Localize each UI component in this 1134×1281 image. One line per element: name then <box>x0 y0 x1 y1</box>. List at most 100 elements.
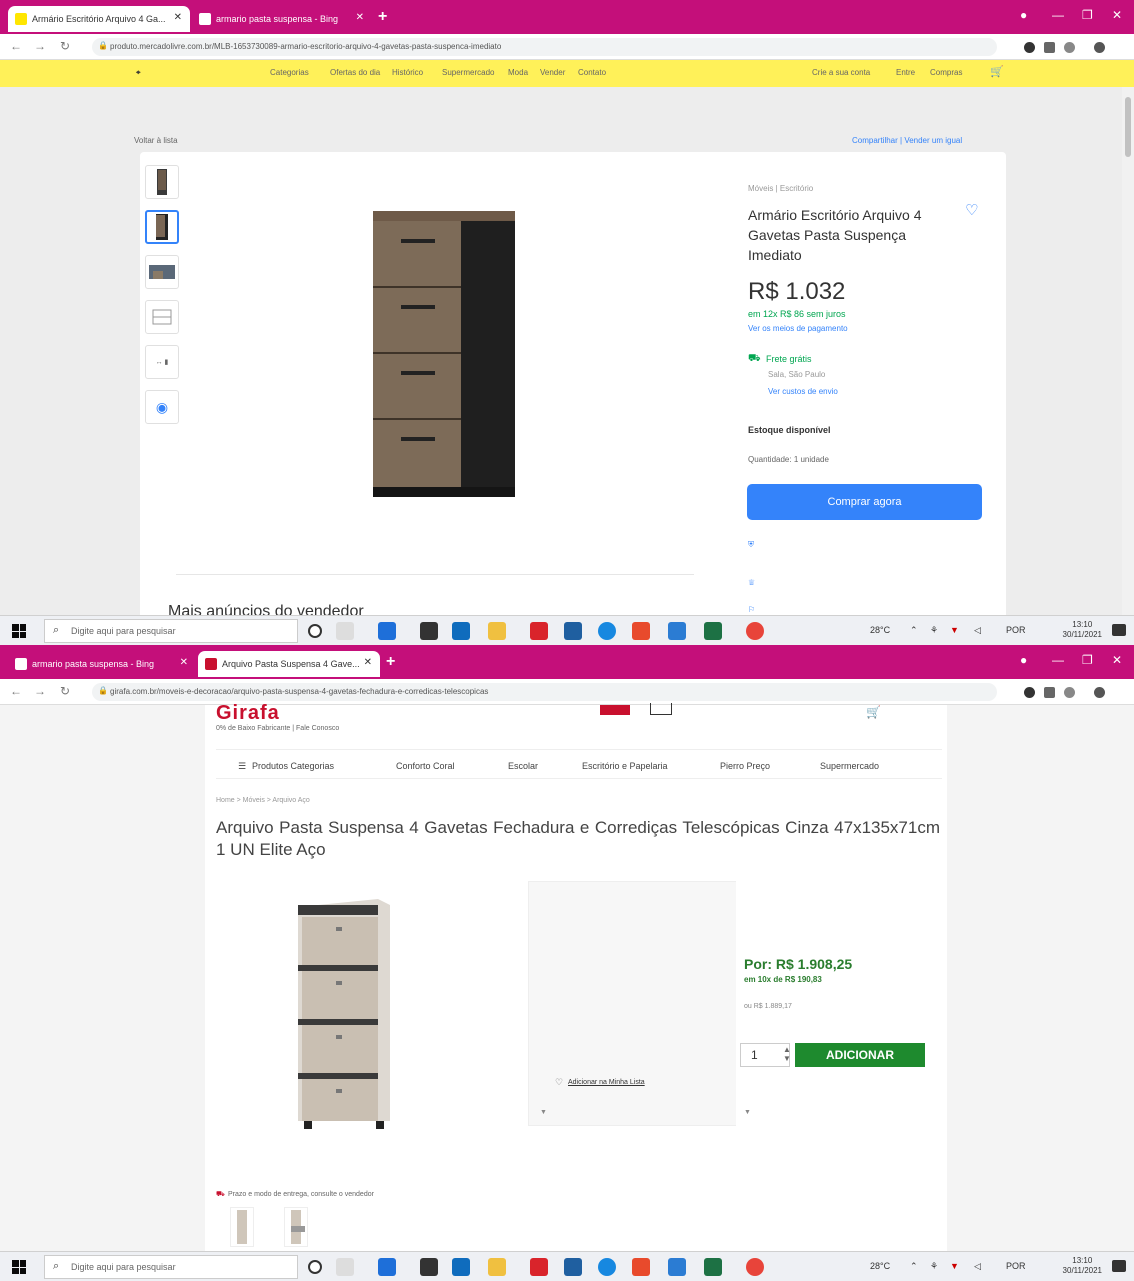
tray-chevron-icon[interactable]: ⌃ <box>910 1261 918 1272</box>
notifications-icon[interactable] <box>1112 624 1126 636</box>
payment-methods-link[interactable]: Ver os meios de pagamento <box>748 324 848 333</box>
scrollbar-thumb[interactable] <box>1125 97 1131 157</box>
reload-icon[interactable]: ↻ <box>60 684 70 698</box>
favorite-heart-icon[interactable]: ♡ <box>965 201 978 219</box>
nav-item[interactable]: Contato <box>578 68 606 77</box>
address-bar[interactable]: 🔒 girafa.com.br/moveis-e-decoracao/arqui… <box>92 683 997 701</box>
mail-icon[interactable] <box>452 1258 470 1276</box>
cart-icon[interactable]: 🛒 <box>990 65 1004 78</box>
browser-tab[interactable]: Armário Escritório Arquivo 4 Ga... ✕ <box>8 6 190 32</box>
tray-chevron-icon[interactable]: ⌃ <box>910 625 918 636</box>
onedrive-icon[interactable] <box>564 1258 582 1276</box>
language-indicator[interactable]: POR <box>1006 625 1026 635</box>
windows-start-icon[interactable] <box>12 1260 26 1274</box>
thumbnail[interactable] <box>230 1207 254 1247</box>
add-to-cart-button[interactable]: ADICIONAR <box>795 1043 925 1067</box>
thumbnail[interactable] <box>145 165 179 199</box>
nav-item[interactable]: Escritório e Papelaria <box>582 761 668 771</box>
wishlist-link[interactable]: Adicionar na Minha Lista <box>568 1079 645 1086</box>
forward-icon[interactable]: → <box>34 684 46 698</box>
chrome-icon[interactable] <box>746 622 764 640</box>
account-icon[interactable] <box>650 703 672 715</box>
explorer-icon[interactable] <box>488 1258 506 1276</box>
maximize-icon[interactable]: ❐ <box>1082 8 1093 22</box>
new-tab-icon[interactable]: + <box>386 653 395 671</box>
thumbnail[interactable] <box>145 300 179 334</box>
acrobat-icon[interactable] <box>530 622 548 640</box>
volume-icon[interactable]: ◁ <box>974 1261 981 1272</box>
explorer-icon[interactable] <box>488 622 506 640</box>
profile-icon[interactable]: ● <box>1020 8 1027 22</box>
breadcrumb[interactable]: Home > Móveis > Arquivo Aço <box>216 797 310 804</box>
header-sublinks[interactable]: 0% de Baixo Fabricante | Fale Conosco <box>216 725 339 732</box>
antivirus-icon[interactable]: ▼ <box>950 1261 959 1271</box>
excel-icon[interactable] <box>704 1258 722 1276</box>
quantity-stepper-icon[interactable]: ▲ ▼ <box>783 1045 791 1063</box>
quantity-selector[interactable]: Quantidade: 1 unidade <box>748 455 829 464</box>
nav-item[interactable]: Categorias <box>270 68 309 77</box>
nav-item[interactable]: Ofertas do dia <box>330 68 380 77</box>
cortana-icon[interactable] <box>308 1260 322 1274</box>
thumbnail[interactable] <box>284 1207 308 1247</box>
network-icon[interactable]: ⚘ <box>930 625 938 636</box>
nav-item[interactable]: Escolar <box>508 761 538 771</box>
buy-now-button[interactable]: Comprar agora <box>747 484 982 520</box>
profile-icon[interactable]: ● <box>1020 653 1027 667</box>
browser-tab[interactable]: armario pasta suspensa - Bing ✕ <box>192 6 372 32</box>
office-icon[interactable] <box>632 622 650 640</box>
nav-item[interactable]: Vender <box>540 68 565 77</box>
forward-icon[interactable]: → <box>34 39 46 53</box>
delivery-info-icon[interactable]: ▼ <box>540 1109 547 1116</box>
network-icon[interactable]: ⚘ <box>930 1261 938 1272</box>
taskbar-search[interactable]: ⌕ Digite aqui para pesquisar <box>44 1255 298 1279</box>
cart-icon[interactable]: 🛒 <box>866 705 881 719</box>
windows-start-icon[interactable] <box>12 624 26 638</box>
minimize-icon[interactable]: — <box>1052 8 1064 22</box>
extension-icon[interactable] <box>1044 687 1055 698</box>
share-link[interactable]: Compartilhar | Vender um igual <box>852 136 962 145</box>
nav-item[interactable]: Histórico <box>392 68 423 77</box>
back-to-list-link[interactable]: Voltar à lista <box>134 136 178 145</box>
word-icon[interactable] <box>668 1258 686 1276</box>
minimize-icon[interactable]: — <box>1052 653 1064 667</box>
close-tab-icon[interactable]: ✕ <box>356 12 364 23</box>
header-badge-icon[interactable] <box>600 705 630 715</box>
chrome-icon[interactable] <box>746 1258 764 1276</box>
account-icon[interactable] <box>1094 687 1105 698</box>
browser-tab[interactable]: armario pasta suspensa - Bing ✕ <box>8 651 196 677</box>
store-icon[interactable] <box>420 622 438 640</box>
antivirus-icon[interactable]: ▼ <box>950 625 959 635</box>
nav-item[interactable]: Supermercado <box>820 761 879 771</box>
weather-temp[interactable]: 28°C <box>870 625 890 635</box>
taskbar-clock[interactable]: 13:10 30/11/2021 <box>1063 1256 1102 1276</box>
nav-item[interactable]: Moda <box>508 68 528 77</box>
close-window-icon[interactable]: ✕ <box>1112 653 1122 667</box>
nav-item[interactable]: Produtos Categorias <box>252 761 334 771</box>
extension-icon[interactable] <box>1024 42 1035 53</box>
office-icon[interactable] <box>632 1258 650 1276</box>
calculator-icon[interactable] <box>378 622 396 640</box>
close-tab-icon[interactable]: ✕ <box>180 657 188 668</box>
back-icon[interactable]: ← <box>10 684 22 698</box>
back-icon[interactable]: ← <box>10 39 22 53</box>
taskbar-clock[interactable]: 13:10 30/11/2021 <box>1063 620 1102 640</box>
scrollbar[interactable] <box>1122 87 1134 615</box>
maximize-icon[interactable]: ❐ <box>1082 653 1093 667</box>
puzzle-icon[interactable] <box>1064 42 1075 53</box>
thumbnail[interactable]: ◉ <box>145 390 179 424</box>
nav-item[interactable]: Conforto Coral <box>396 761 455 771</box>
thumbnail[interactable]: ↔ ▮ <box>145 345 179 379</box>
signup-link[interactable]: Crie a sua conta <box>812 68 870 77</box>
edge-icon[interactable] <box>598 1258 616 1276</box>
purchases-link[interactable]: Compras <box>930 68 962 77</box>
task-view-icon[interactable] <box>336 622 354 640</box>
onedrive-icon[interactable] <box>564 622 582 640</box>
breadcrumb[interactable]: Móveis | Escritório <box>748 184 813 193</box>
taskbar-search[interactable]: ⌕ Digite aqui para pesquisar <box>44 619 298 643</box>
acrobat-icon[interactable] <box>530 1258 548 1276</box>
cortana-icon[interactable] <box>308 624 322 638</box>
puzzle-icon[interactable] <box>1064 687 1075 698</box>
close-tab-icon[interactable]: ✕ <box>174 12 182 23</box>
new-tab-icon[interactable]: + <box>378 8 387 26</box>
notifications-icon[interactable] <box>1112 1260 1126 1272</box>
